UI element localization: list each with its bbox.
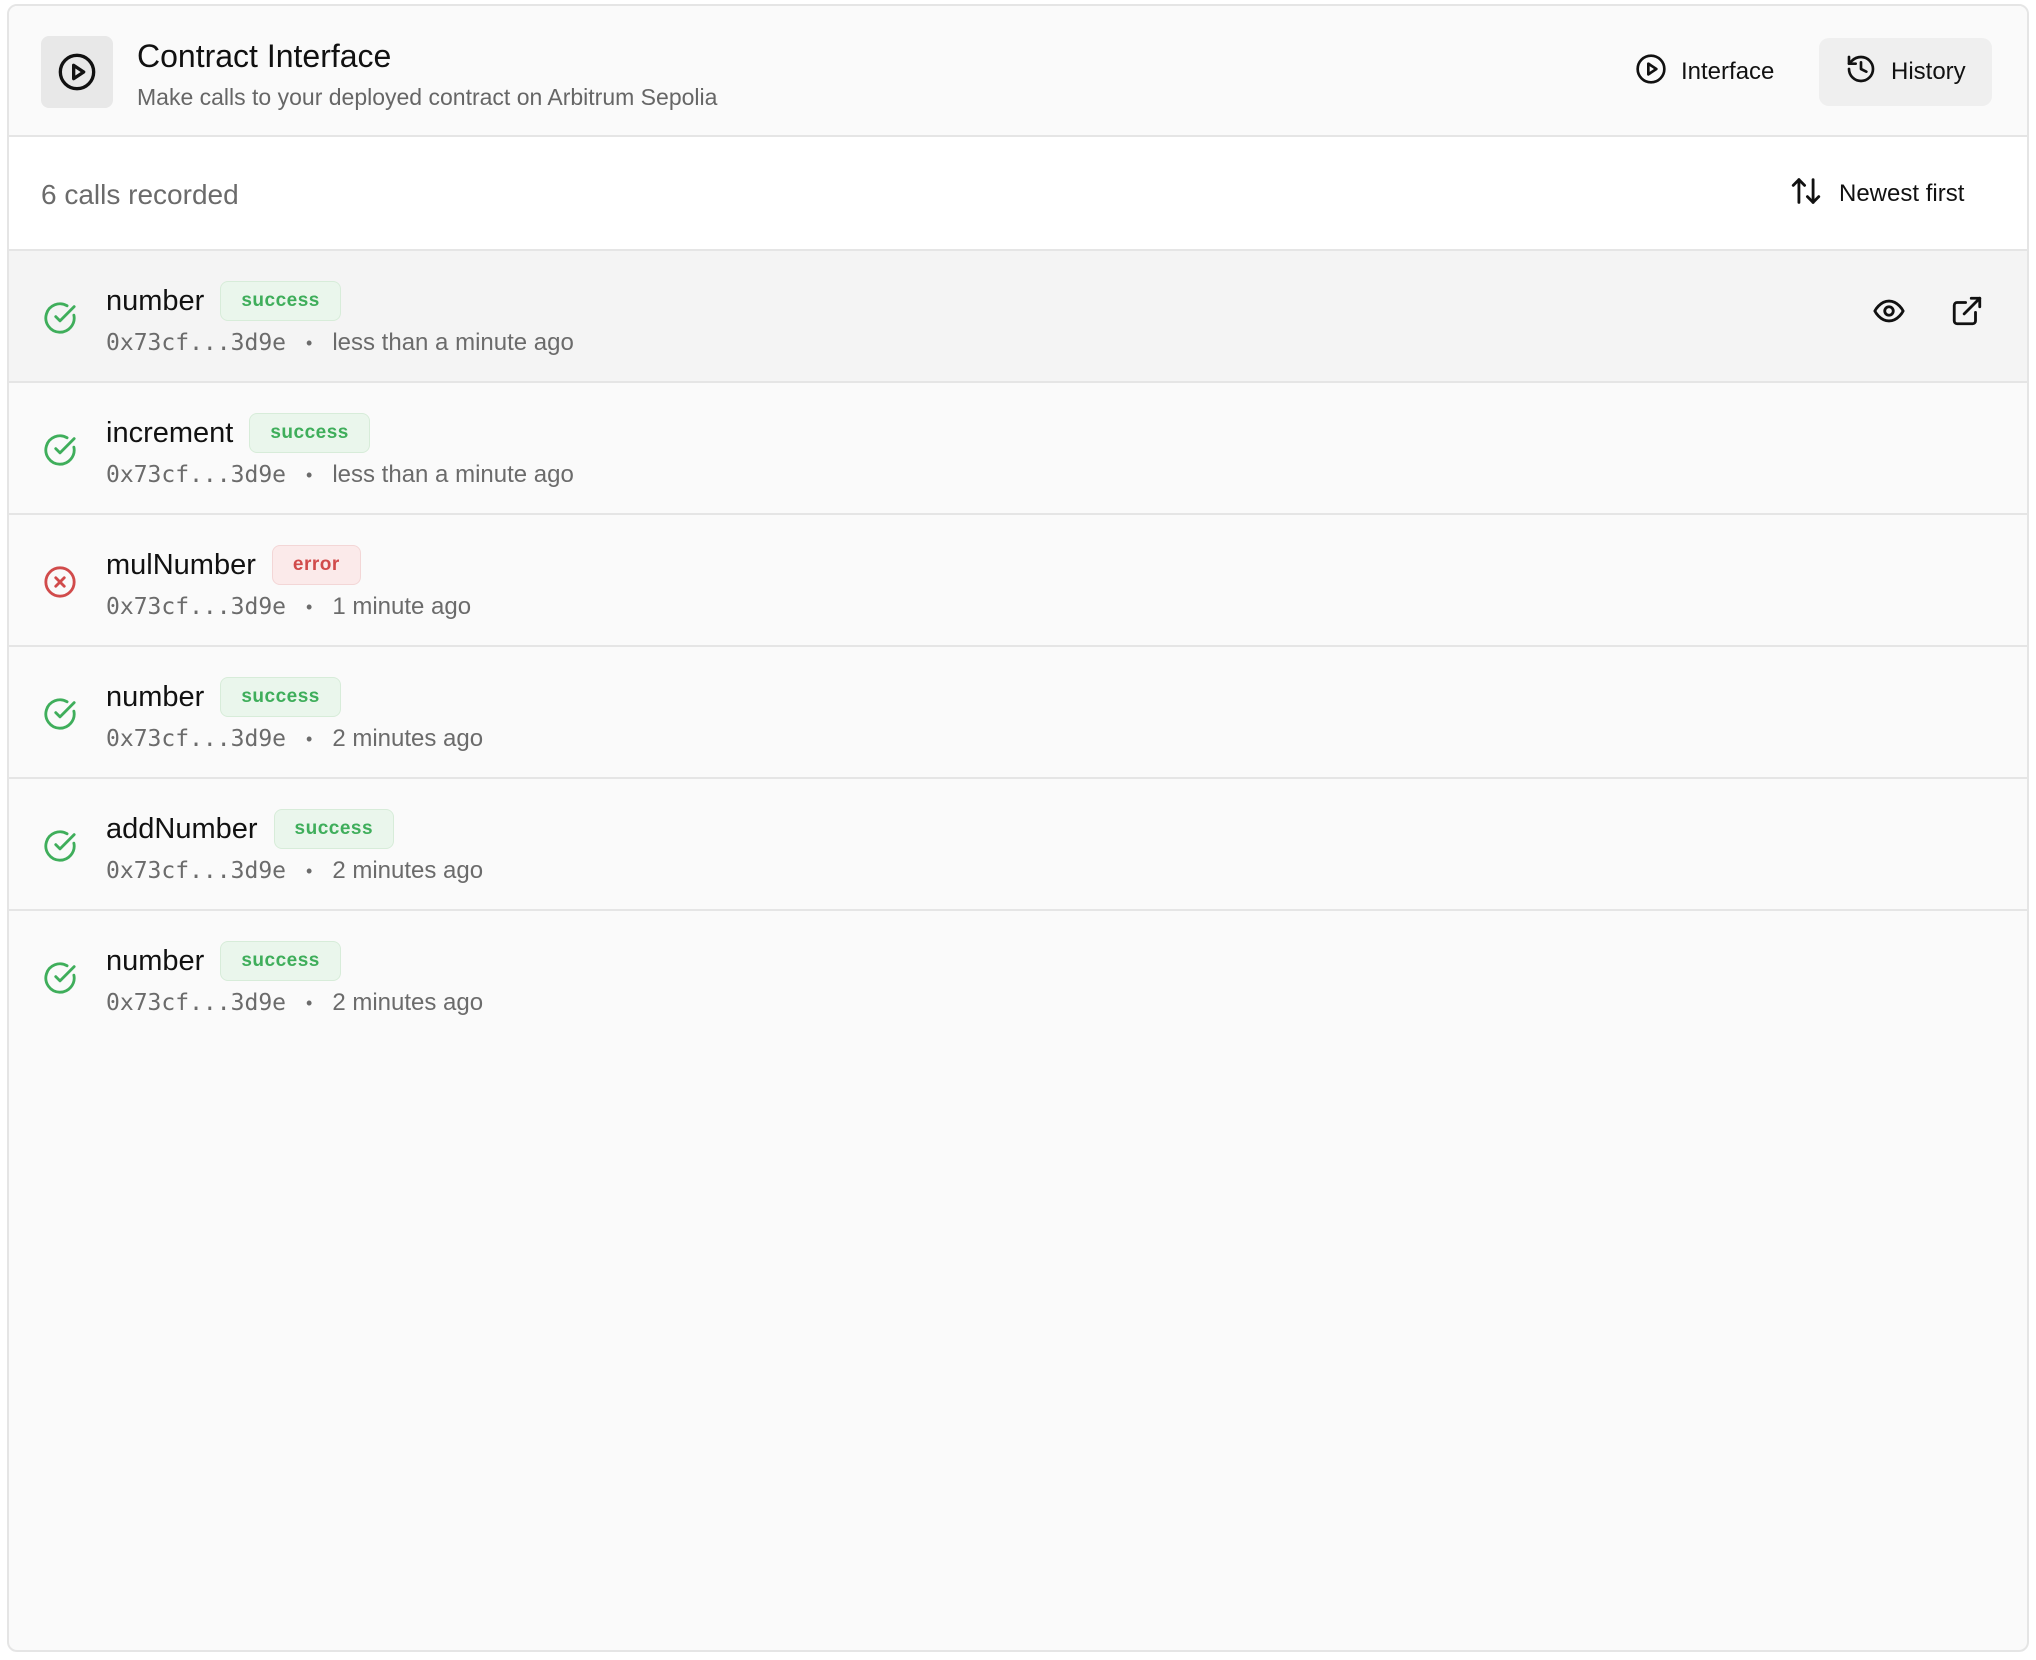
status-badge: success — [273, 809, 395, 849]
check-circle-icon — [43, 961, 77, 995]
history-toolbar: 6 calls recorded Newest first — [9, 137, 2027, 251]
separator-dot: • — [306, 992, 313, 1013]
list-item[interactable]: increment success 0x73cf...3d9e • less t… — [9, 383, 2027, 515]
tab-history[interactable]: History — [1819, 38, 1992, 106]
history-icon — [1845, 53, 1877, 92]
status-badge: success — [220, 677, 341, 717]
contract-interface-panel: Contract Interface Make calls to your de… — [7, 4, 2029, 1652]
call-name: mulNumber — [106, 548, 256, 581]
separator-dot: • — [306, 464, 313, 485]
separator-dot: • — [306, 332, 313, 353]
status-badge: success — [220, 941, 341, 981]
status-badge: success — [249, 413, 370, 453]
call-time: 2 minutes ago — [332, 725, 484, 752]
call-name: number — [106, 944, 205, 977]
call-history-list: number success 0x73cf...3d9e • less than… — [9, 251, 2027, 1043]
tab-interface[interactable]: Interface — [1609, 38, 1800, 106]
call-meta: 0x73cf...3d9e • less than a minute ago — [106, 461, 574, 489]
row-actions — [1869, 291, 1987, 331]
call-name: number — [106, 680, 205, 713]
sort-label: Newest first — [1839, 180, 1965, 207]
separator-dot: • — [306, 860, 313, 881]
call-name: increment — [106, 416, 234, 449]
eye-icon[interactable] — [1869, 291, 1909, 331]
separator-dot: • — [306, 728, 313, 749]
call-name-group: number success — [106, 281, 341, 321]
call-name: addNumber — [106, 812, 258, 845]
list-item[interactable]: mulNumber error 0x73cf...3d9e • 1 minute… — [9, 515, 2027, 647]
call-time: 2 minutes ago — [332, 857, 484, 884]
call-meta: 0x73cf...3d9e • 2 minutes ago — [106, 857, 483, 885]
check-circle-icon — [43, 829, 77, 863]
check-circle-icon — [43, 301, 77, 335]
contract-address: 0x73cf...3d9e — [106, 330, 287, 356]
call-name-group: number success — [106, 941, 341, 981]
contract-address: 0x73cf...3d9e — [106, 594, 287, 620]
status-badge: success — [220, 281, 341, 321]
header: Contract Interface Make calls to your de… — [9, 6, 2027, 137]
contract-address: 0x73cf...3d9e — [106, 462, 287, 488]
play-circle-icon — [41, 36, 113, 108]
page-title: Contract Interface — [137, 38, 392, 74]
page-subtitle: Make calls to your deployed contract on … — [137, 84, 718, 110]
status-badge: error — [271, 545, 361, 585]
list-item[interactable]: number success 0x73cf...3d9e • 2 minutes… — [9, 647, 2027, 779]
list-item[interactable]: number success 0x73cf...3d9e • 2 minutes… — [9, 911, 2027, 1043]
contract-address: 0x73cf...3d9e — [106, 990, 287, 1016]
call-meta: 0x73cf...3d9e • less than a minute ago — [106, 329, 574, 357]
call-meta: 0x73cf...3d9e • 2 minutes ago — [106, 725, 483, 753]
external-link-icon[interactable] — [1947, 291, 1987, 331]
call-meta: 0x73cf...3d9e • 2 minutes ago — [106, 989, 483, 1017]
tab-history-label: History — [1891, 58, 1966, 85]
call-name-group: addNumber success — [106, 809, 395, 849]
contract-address: 0x73cf...3d9e — [106, 858, 287, 884]
separator-dot: • — [306, 596, 313, 617]
call-time: 2 minutes ago — [332, 989, 484, 1016]
sort-button[interactable]: Newest first — [1777, 165, 1976, 223]
call-meta: 0x73cf...3d9e • 1 minute ago — [106, 593, 471, 621]
x-circle-icon — [43, 565, 77, 599]
sort-arrows-icon — [1789, 174, 1823, 215]
call-time: less than a minute ago — [332, 461, 574, 488]
tab-interface-label: Interface — [1681, 58, 1775, 85]
calls-count: 6 calls recorded — [41, 179, 239, 210]
call-name: number — [106, 284, 205, 317]
contract-address: 0x73cf...3d9e — [106, 726, 287, 752]
play-circle-icon — [1635, 53, 1667, 92]
check-circle-icon — [43, 697, 77, 731]
call-name-group: increment success — [106, 413, 370, 453]
call-time: 1 minute ago — [332, 593, 472, 620]
list-item[interactable]: number success 0x73cf...3d9e • less than… — [9, 251, 2027, 383]
check-circle-icon — [43, 433, 77, 467]
call-name-group: number success — [106, 677, 341, 717]
list-item[interactable]: addNumber success 0x73cf...3d9e • 2 minu… — [9, 779, 2027, 911]
call-name-group: mulNumber error — [106, 545, 361, 585]
call-time: less than a minute ago — [332, 329, 574, 356]
